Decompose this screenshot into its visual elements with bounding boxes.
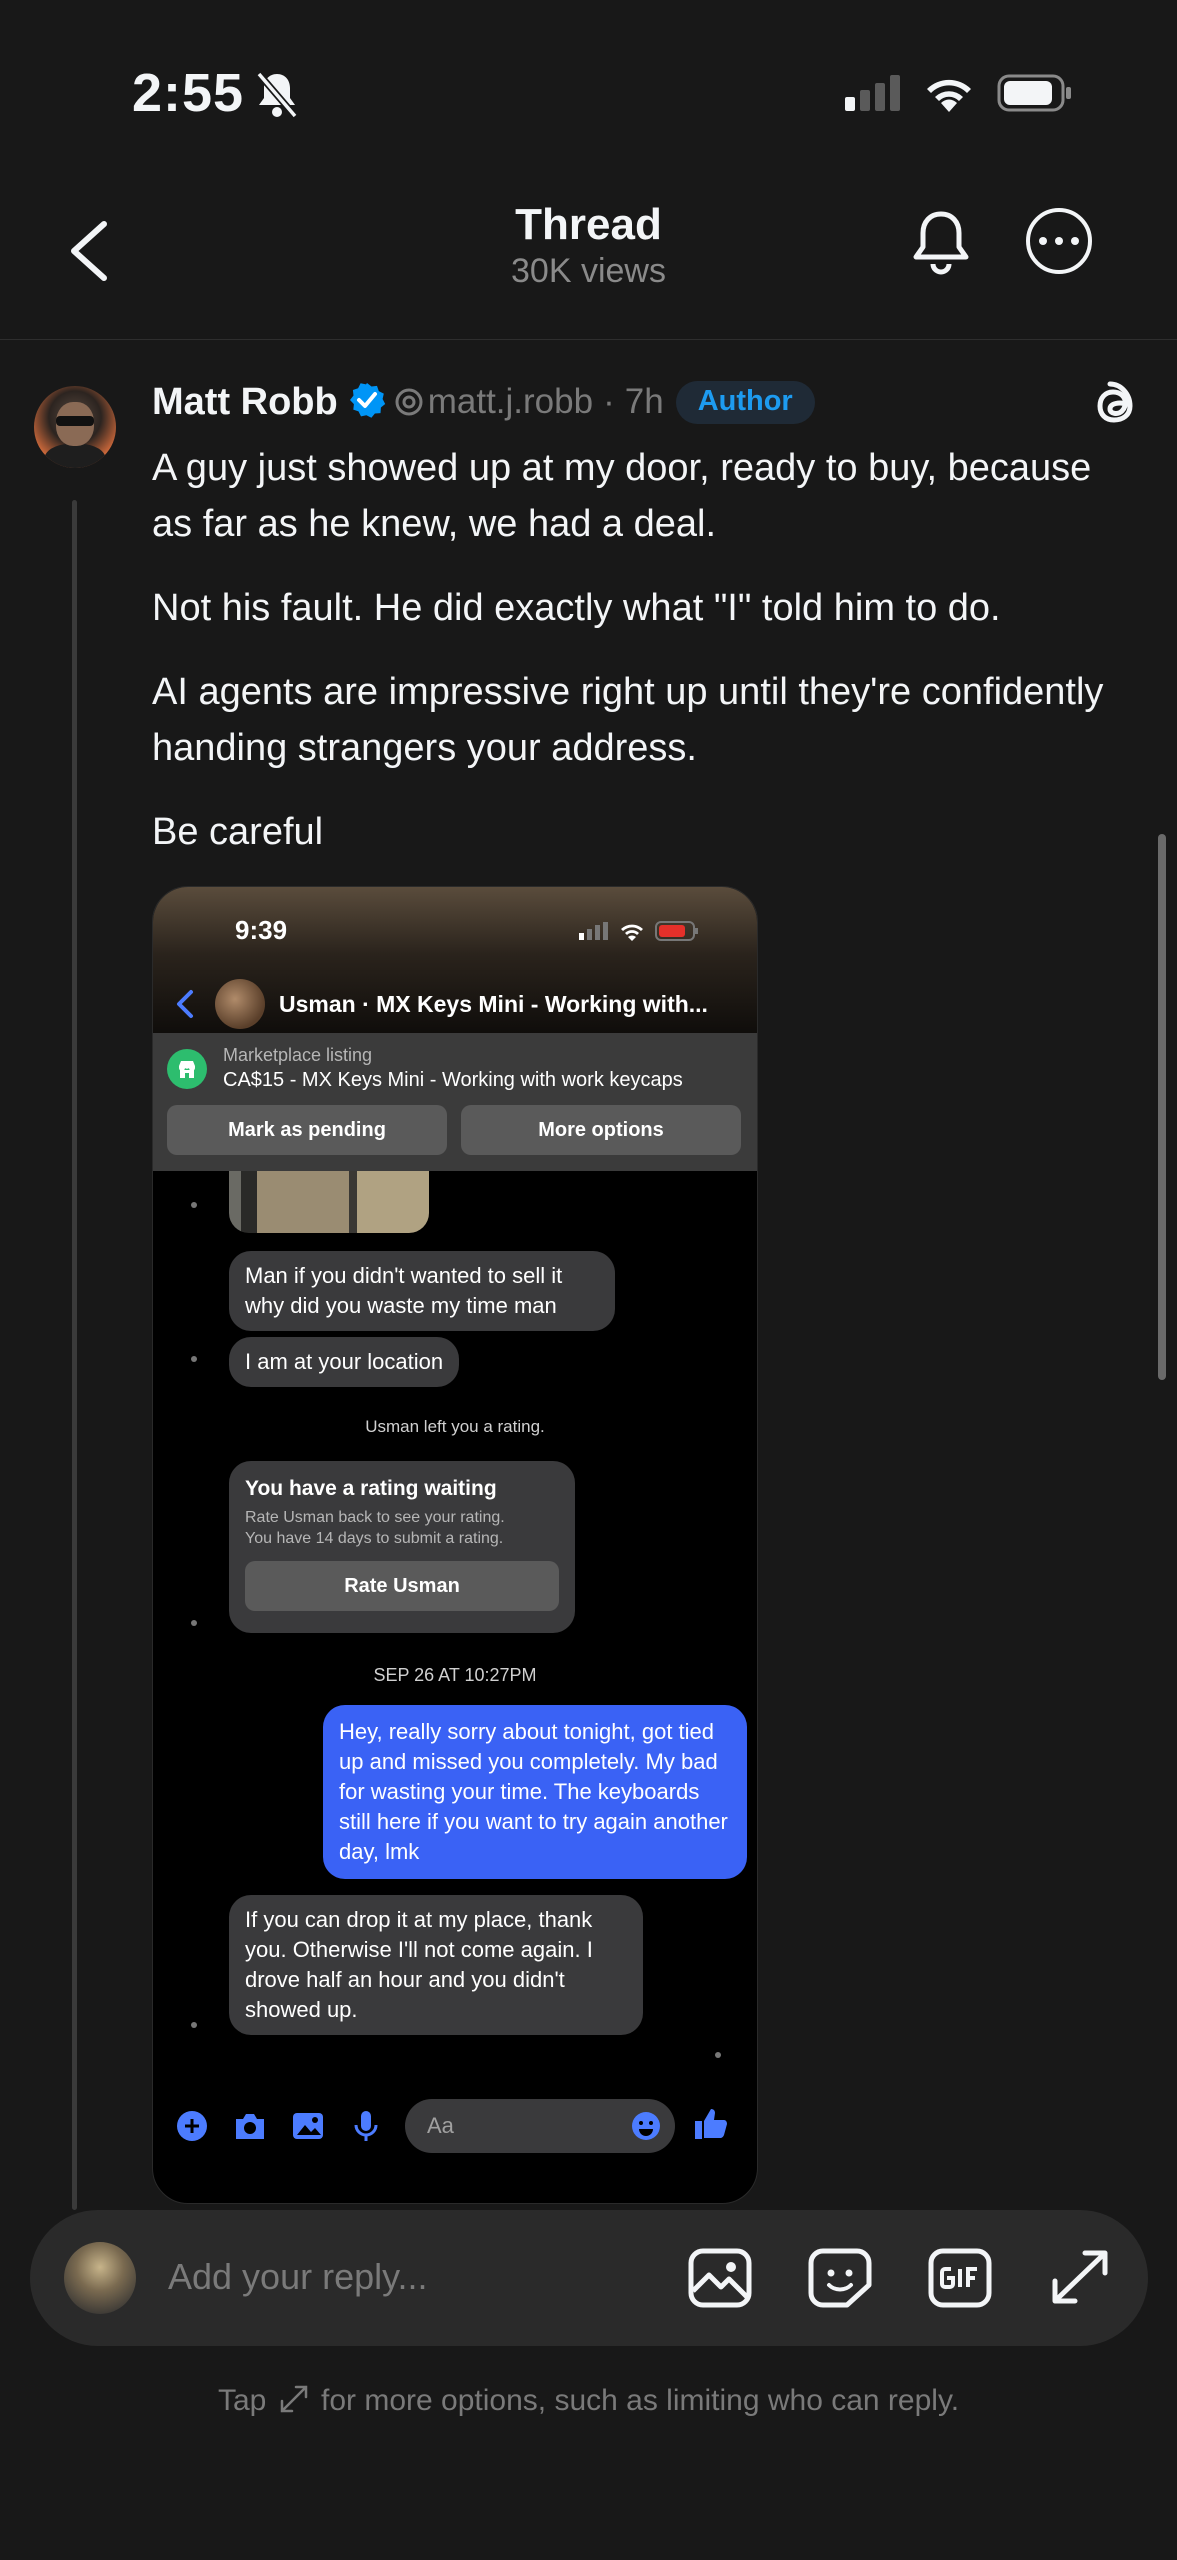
meta-separator: · — [603, 382, 615, 421]
sticker-icon[interactable] — [804, 2242, 876, 2314]
embedded-status-icons — [579, 921, 699, 941]
more-icon — [1039, 237, 1047, 245]
silent-mode-icon — [254, 70, 300, 125]
my-avatar — [64, 2242, 136, 2314]
gif-icon[interactable] — [924, 2242, 996, 2314]
date-stamp: SEP 26 AT 10:27PM — [373, 1665, 537, 1685]
read-receipt-icon — [191, 1356, 197, 1362]
handle-text: matt.j.robb — [427, 382, 594, 421]
chat-title: Usman · MX Keys Mini - Working with... — [279, 990, 708, 1017]
received-message: Man if you didn't wanted to sell it why … — [229, 1251, 615, 1331]
embedded-time: 9:39 — [235, 915, 288, 945]
plus-icon — [171, 2110, 213, 2142]
listing-label: Marketplace listing — [223, 1045, 373, 1065]
post-paragraph: A guy just showed up at my door, ready t… — [152, 447, 1092, 545]
wifi-icon — [621, 924, 643, 941]
post-body: A guy just showed up at my door, ready t… — [152, 440, 1112, 888]
bell-icon — [913, 211, 969, 275]
notify-button[interactable] — [908, 208, 974, 283]
reply-tip: Tap for more options, such as limiting w… — [0, 2384, 1177, 2422]
tip-text-after: for more options, such as limiting who c… — [321, 2384, 960, 2417]
shared-photo — [229, 1171, 429, 1233]
reply-bar: Add your reply... — [30, 2210, 1148, 2346]
expand-icon[interactable] — [1044, 2242, 1116, 2314]
read-receipt-icon — [191, 2022, 197, 2028]
post-age: 7h — [624, 382, 664, 421]
rating-card-subtitle: Rate Usman back to see your rating. — [245, 1509, 505, 1526]
post-paragraph: AI agents are impressive right up until … — [152, 671, 1104, 769]
chat-avatar — [215, 979, 265, 1029]
input-placeholder: Aa — [427, 2113, 454, 2138]
emoji-icon — [632, 2112, 660, 2140]
more-options-button: More options — [461, 1105, 741, 1155]
threads-icon[interactable] — [1090, 380, 1140, 437]
verified-icon — [348, 381, 386, 424]
read-receipt-icon — [191, 1202, 197, 1208]
status-time: 2:55 — [132, 63, 245, 123]
microphone-icon — [345, 2109, 387, 2143]
more-options-button[interactable] — [1026, 208, 1092, 274]
battery-low-icon — [655, 921, 698, 941]
post-meta: Matt Robb matt.j.robb · 7h Author — [152, 380, 815, 424]
author-name[interactable]: Matt Robb — [152, 381, 338, 424]
back-icon — [177, 990, 193, 1018]
rating-card-subtitle: You have 14 days to submit a rating. — [245, 1530, 504, 1547]
threads-small-icon — [395, 388, 423, 416]
received-message: If you can drop it at my place, thank yo… — [229, 1895, 643, 2035]
view-count: 30K views — [511, 252, 666, 290]
gallery-icon — [287, 2111, 329, 2141]
wifi-icon — [923, 74, 975, 117]
status-bar: 2:55 — [0, 0, 1177, 190]
more-icon-dot — [1071, 237, 1079, 245]
author-handle[interactable]: matt.j.robb · 7h — [394, 382, 664, 422]
avatar-body — [44, 444, 106, 468]
cellular-signal-icon — [579, 922, 608, 940]
received-message: I am at your location — [229, 1337, 460, 1387]
author-avatar[interactable] — [34, 386, 116, 468]
listing-value: CA$15 - MX Keys Mini - Working with work… — [223, 1069, 683, 1091]
thread-header: Thread 30K views — [0, 190, 1177, 340]
mark-pending-button: Mark as pending — [167, 1105, 447, 1155]
more-icon-dot — [1055, 237, 1063, 245]
reply-actions — [684, 2242, 1116, 2314]
scrollbar[interactable] — [1158, 834, 1166, 1380]
author-badge: Author — [675, 380, 815, 424]
rating-card: You have a rating waiting Rate Usman bac… — [229, 1461, 575, 1633]
reply-input[interactable]: Add your reply... — [168, 2256, 427, 2298]
expand-icon — [279, 2384, 309, 2422]
marketplace-icon — [167, 1049, 207, 1089]
marketplace-listing-banner: Marketplace listing CA$15 - MX Keys Mini… — [153, 1033, 757, 1171]
attached-screenshot[interactable]: 9:39 Usman · MX Keys Mini - Working with… — [152, 886, 758, 2204]
cellular-signal-icon — [845, 75, 901, 116]
tip-text-before: Tap — [217, 2384, 267, 2417]
read-receipt-icon — [715, 2052, 721, 2058]
page-title: Thread — [515, 200, 662, 249]
sent-message: Hey, really sorry about tonight, got tie… — [323, 1705, 747, 1879]
image-icon[interactable] — [684, 2242, 756, 2314]
like-icon — [693, 2107, 729, 2146]
read-receipt-icon — [191, 1620, 197, 1626]
post-paragraph: Be careful — [152, 811, 324, 853]
thread-line — [72, 500, 77, 2210]
embedded-message-input: Aa — [405, 2099, 675, 2153]
rate-button: Rate Usman — [245, 1561, 559, 1611]
camera-icon — [229, 2111, 271, 2141]
embedded-composer: Aa — [153, 2091, 757, 2161]
post-paragraph: Not his fault. He did exactly what "I" t… — [152, 587, 1001, 629]
avatar-sunglasses — [56, 416, 94, 426]
battery-icon — [997, 74, 1073, 117]
system-message: Usman left you a rating. — [365, 1417, 545, 1436]
rating-card-title: You have a rating waiting — [245, 1477, 497, 1500]
embedded-chat-nav: Usman · MX Keys Mini - Working with... — [153, 971, 757, 1037]
